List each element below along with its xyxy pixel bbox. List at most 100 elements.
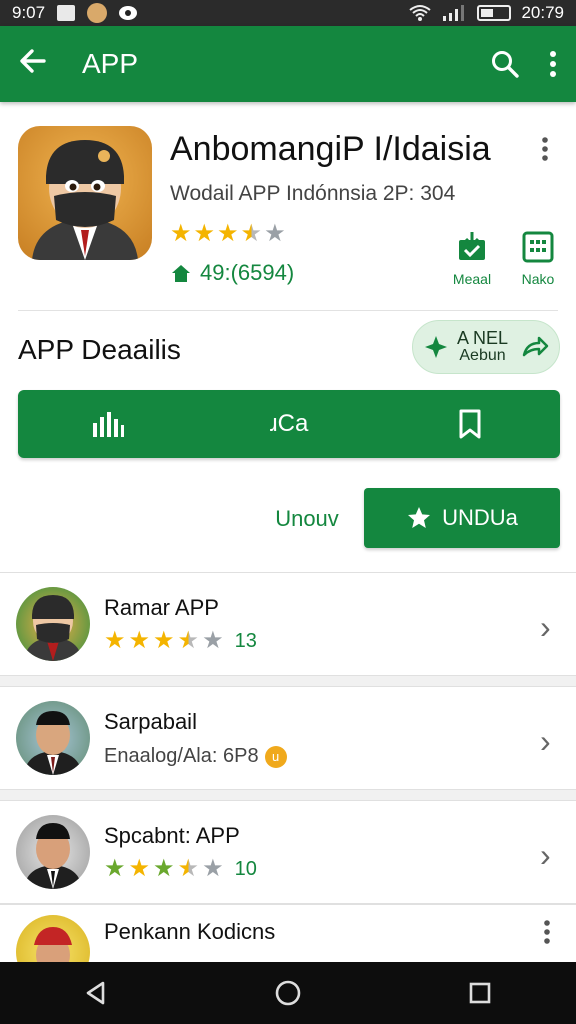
app-toolbar: APP — [0, 26, 576, 102]
arrow-left-icon — [20, 49, 46, 73]
ninja-avatar-icon — [24, 595, 82, 661]
star-full-icon: ★ — [104, 855, 126, 882]
app-icon[interactable] — [18, 126, 152, 260]
person-avatar-icon — [24, 823, 82, 889]
meaal-action-label: Meaal — [452, 271, 492, 287]
star-full-icon: ★ — [193, 220, 216, 247]
app-name: AnbomangiP I/Idaisia — [170, 130, 491, 168]
search-icon — [492, 51, 519, 78]
subtitle-text: Enaalog/Ala: 6P8 — [104, 745, 259, 767]
item-overflow-button[interactable] — [542, 919, 558, 949]
star-full-icon: ★ — [128, 855, 151, 882]
list-item[interactable]: Penkann Kodicns — [0, 904, 576, 989]
ninja-character-icon — [32, 140, 138, 260]
home-icon — [172, 265, 190, 282]
system-nav-bar — [0, 962, 576, 1024]
grid-icon — [522, 231, 554, 263]
signal-icon — [443, 5, 465, 21]
battery-icon — [477, 5, 512, 21]
list-item-title: Penkann Kodicns — [104, 919, 276, 944]
related-apps-list: Ramar APP ★ ★ ★ ★ ★ 13 › Sarpabail Enaal… — [0, 572, 576, 989]
overflow-menu-button[interactable] — [548, 50, 558, 78]
pill-label-top: A NEL — [457, 328, 509, 349]
meaal-action-button[interactable]: Meaal — [442, 230, 502, 287]
install-label: UNDUa — [442, 505, 518, 530]
list-item-subtitle: Enaalog/Ala: 6P8 u — [104, 745, 287, 768]
square-recents-icon — [469, 982, 491, 1004]
list-item-title: Ramar APP — [104, 595, 219, 620]
star-full-icon: ★ — [153, 855, 175, 882]
status-clock-right: 20:79 — [521, 3, 564, 22]
segment-bar: ɹCa — [18, 390, 560, 458]
status-time: 9:07 — [12, 3, 46, 22]
share-arrow-icon — [522, 336, 549, 357]
person-avatar-icon — [24, 711, 82, 775]
nav-recents-button[interactable] — [450, 963, 510, 1023]
uninstall-button[interactable]: Unouv — [262, 496, 352, 542]
more-vert-icon — [544, 920, 550, 944]
new-action-pill-button[interactable]: A NEL Aebun — [412, 320, 560, 374]
avatar — [16, 701, 90, 775]
nako-action-button[interactable]: Nako — [508, 230, 568, 287]
rating-count: 10 — [234, 857, 257, 880]
star-half-icon: ★ — [177, 855, 200, 882]
star-full-icon: ★ — [128, 627, 151, 654]
bar-chart-icon — [93, 412, 125, 437]
star-full-icon: ★ — [170, 220, 192, 247]
download-check-icon — [459, 232, 485, 260]
circle-home-icon — [275, 980, 301, 1006]
app-header: AnbomangiP I/Idaisia Wodail APP Indónnsi… — [0, 102, 576, 312]
back-button[interactable] — [18, 46, 62, 82]
app-subtitle: Wodail APP Indónnsia 2P: 304 — [170, 182, 456, 205]
coin-badge-icon: u — [264, 745, 287, 768]
list-item[interactable]: Ramar APP ★ ★ ★ ★ ★ 13 › — [0, 572, 576, 676]
star-empty-icon: ★ — [202, 855, 224, 882]
divider — [18, 310, 558, 311]
chevron-right-icon: › — [540, 609, 551, 645]
downloads-count: 49:(6594) — [200, 260, 295, 285]
star-half-icon: ★ — [177, 627, 200, 654]
list-item-title: Sarpabail — [104, 709, 197, 734]
middle-segment[interactable]: ɹCa — [229, 390, 349, 458]
star-full-icon: ★ — [217, 220, 239, 247]
star-empty-icon: ★ — [264, 220, 286, 247]
chevron-right-icon: › — [540, 723, 551, 759]
install-button[interactable]: UNDUa — [364, 488, 560, 548]
nav-back-button[interactable] — [66, 963, 126, 1023]
app-rating-stars: ★ ★ ★ ★ ★ — [170, 222, 286, 246]
star-half-icon: ★ — [240, 220, 263, 247]
pill-label-bottom: Aebun — [459, 347, 506, 365]
triangle-back-icon — [86, 981, 105, 1005]
bookmark-icon — [459, 409, 481, 439]
bookmark-segment[interactable] — [410, 390, 530, 458]
avatar — [16, 587, 90, 661]
eye-icon — [119, 6, 138, 20]
avatar-notification-icon — [87, 3, 108, 23]
details-title: APP Deaailis — [18, 334, 181, 365]
nako-action-label: Nako — [521, 271, 555, 287]
toolbar-title: APP — [82, 48, 139, 79]
star-empty-icon: ★ — [202, 627, 224, 654]
app-downloads: 49:(6594) — [170, 260, 294, 286]
list-item-title: Spcabnt: APP — [104, 823, 240, 848]
nav-home-button[interactable] — [258, 963, 318, 1023]
search-button[interactable] — [490, 49, 520, 79]
list-item[interactable]: Spcabnt: APP ★ ★ ★ ★ ★ 10 › — [0, 800, 576, 904]
stats-segment[interactable] — [48, 390, 168, 458]
sparkle-icon — [425, 336, 447, 358]
app-overflow-button[interactable] — [540, 136, 560, 166]
wifi-icon — [409, 5, 432, 21]
more-vert-icon — [550, 51, 556, 77]
list-item-rating: ★ ★ ★ ★ ★ 10 — [104, 857, 257, 881]
star-full-icon: ★ — [153, 627, 175, 654]
gallery-icon — [57, 5, 76, 21]
more-vert-icon — [542, 137, 548, 161]
list-item-rating: ★ ★ ★ ★ ★ 13 — [104, 629, 257, 653]
avatar — [16, 815, 90, 889]
star-icon — [408, 507, 431, 528]
rating-count: 13 — [234, 629, 257, 652]
status-bar: 9:07 20:79 — [0, 0, 576, 26]
star-full-icon: ★ — [104, 627, 126, 654]
list-item[interactable]: Sarpabail Enaalog/Ala: 6P8 u › — [0, 686, 576, 790]
chevron-right-icon: › — [540, 837, 551, 873]
